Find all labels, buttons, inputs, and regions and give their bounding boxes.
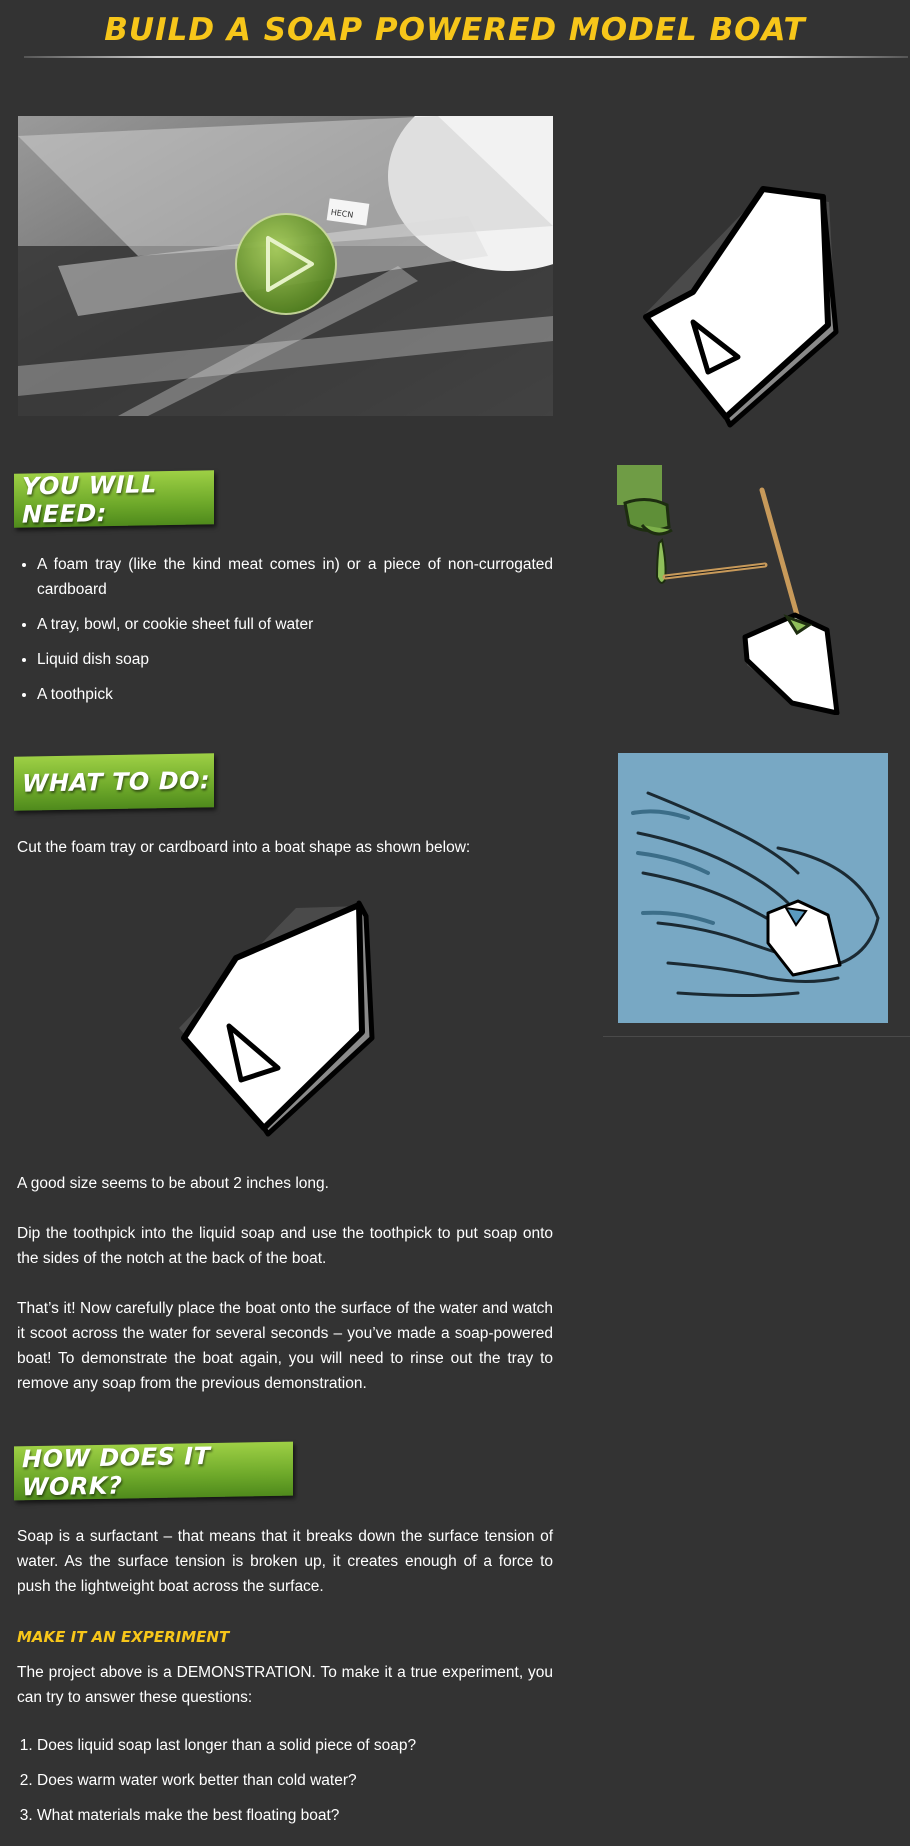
- step-done-text: That’s it! Now carefully place the boat …: [17, 1300, 553, 1392]
- list-item: A tray, bowl, or cookie sheet full of wa…: [37, 612, 553, 637]
- boat-shape-illustration: [179, 900, 375, 1137]
- list-item: A toothpick: [37, 682, 553, 707]
- materials-list: A foam tray (like the kind meat comes in…: [37, 552, 553, 717]
- sidebar-divider: [603, 1036, 910, 1037]
- how-text: Soap is a surfactant – that means that i…: [17, 1528, 553, 1595]
- how-does-it-work-heading: HOW DOES IT WORK?: [22, 1442, 211, 1502]
- step-cut-text: Cut the foam tray or cardboard into a bo…: [17, 839, 471, 856]
- how-does-it-work-banner: HOW DOES IT WORK?: [14, 1441, 293, 1502]
- step-size-text: A good size seems to be about 2 inches l…: [17, 1175, 329, 1192]
- you-will-need-banner: YOU WILL NEED:: [14, 470, 214, 529]
- list-item: What materials make the best floating bo…: [37, 1803, 553, 1828]
- list-item: A foam tray (like the kind meat comes in…: [37, 552, 553, 602]
- you-will-need-heading: YOU WILL NEED:: [22, 470, 157, 529]
- soap-toothpick-illustration: [617, 465, 840, 715]
- experiment-heading: MAKE IT AN EXPERIMENT: [17, 1628, 230, 1646]
- video-player[interactable]: HECN: [18, 116, 553, 416]
- play-icon[interactable]: [235, 213, 337, 315]
- list-item: Does warm water work better than cold wa…: [37, 1768, 553, 1793]
- experiment-questions: Does liquid soap last longer than a soli…: [37, 1733, 553, 1838]
- boat-illustration: [643, 186, 839, 428]
- video-thumbnail: HECN: [18, 116, 553, 416]
- what-to-do-banner: WHAT TO DO:: [14, 753, 214, 811]
- page-title: BUILD A SOAP POWERED MODEL BOAT: [104, 12, 806, 48]
- experiment-intro: The project above is a DEMONSTRATION. To…: [17, 1664, 553, 1706]
- step-dip-text: Dip the toothpick into the liquid soap a…: [17, 1225, 553, 1267]
- what-to-do-heading: WHAT TO DO:: [22, 766, 211, 798]
- list-item: Liquid dish soap: [37, 647, 553, 672]
- boat-water-illustration: [618, 753, 888, 1023]
- list-item: Does liquid soap last longer than a soli…: [37, 1733, 553, 1758]
- title-divider: [24, 56, 908, 58]
